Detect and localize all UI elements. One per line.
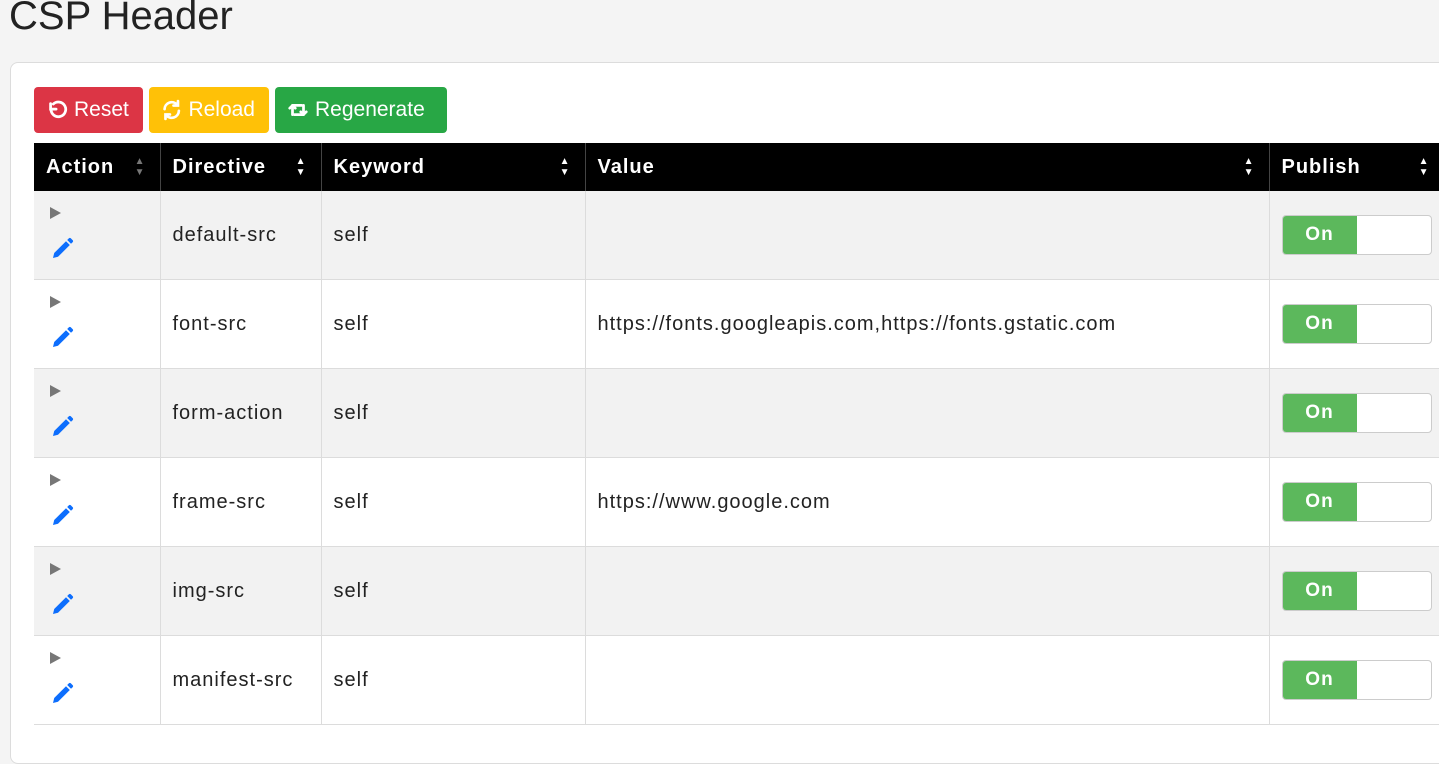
pencil-icon[interactable] (50, 504, 74, 528)
column-header-keyword[interactable]: Keyword ▲ ▼ (321, 143, 586, 191)
table-row: manifest-src self On (34, 635, 1439, 725)
publish-cell: On (1269, 546, 1439, 636)
keyword-cell: self (321, 279, 586, 369)
reload-button[interactable]: Reload (149, 87, 269, 133)
caret-right-icon[interactable] (50, 563, 61, 575)
refresh-icon (163, 99, 181, 121)
publish-toggle[interactable]: On (1281, 482, 1432, 522)
column-header-value[interactable]: Value ▲ ▼ (585, 143, 1270, 191)
directive-cell: manifest-src (160, 635, 322, 725)
publish-toggle[interactable]: On (1281, 304, 1432, 344)
caret-right-icon[interactable] (50, 652, 61, 664)
regenerate-label: Regenerate (315, 98, 425, 121)
keyword-cell: self (321, 191, 586, 280)
caret-right-icon[interactable] (50, 474, 61, 486)
action-cell (34, 191, 161, 280)
toggle-on-label: On (1282, 394, 1357, 432)
value-cell (585, 368, 1270, 458)
page-title: CSP Header (9, 0, 233, 38)
keyword-cell: self (321, 368, 586, 458)
keyword-cell: self (321, 546, 586, 636)
reset-button[interactable]: Reset (34, 87, 143, 133)
table-row: form-action self On (34, 368, 1439, 458)
publish-cell: On (1269, 279, 1439, 369)
pencil-icon[interactable] (50, 326, 74, 350)
csp-table: Action ▲ ▼ Directive ▲ ▼ Keyword ▲ ▼ Value … (34, 143, 1439, 725)
publish-toggle[interactable]: On (1281, 215, 1432, 255)
pencil-icon[interactable] (50, 593, 74, 617)
retweet-icon (288, 104, 308, 116)
column-header-action[interactable]: Action ▲ ▼ (34, 143, 161, 191)
action-cell (34, 635, 161, 725)
undo-icon (49, 100, 68, 119)
keyword-cell: self (321, 457, 586, 547)
directive-cell: form-action (160, 368, 322, 458)
table-row: font-src self https://fonts.googleapis.c… (34, 279, 1439, 369)
action-cell (34, 279, 161, 369)
sort-icon: ▲ ▼ (134, 156, 146, 178)
table-row: img-src self On (34, 546, 1439, 636)
regenerate-button[interactable]: Regenerate (275, 87, 447, 133)
action-cell (34, 546, 161, 636)
directive-cell: default-src (160, 191, 322, 280)
reload-label: Reload (188, 98, 255, 121)
toggle-on-label: On (1282, 661, 1357, 699)
directive-cell: img-src (160, 546, 322, 636)
value-cell (585, 191, 1270, 280)
pencil-icon[interactable] (50, 682, 74, 706)
publish-toggle[interactable]: On (1281, 393, 1432, 433)
caret-right-icon[interactable] (50, 385, 61, 397)
keyword-cell: self (321, 635, 586, 725)
directive-cell: frame-src (160, 457, 322, 547)
column-header-directive[interactable]: Directive ▲ ▼ (160, 143, 322, 191)
toggle-on-label: On (1282, 483, 1357, 521)
toggle-on-label: On (1282, 216, 1357, 254)
publish-cell: On (1269, 368, 1439, 458)
column-header-publish[interactable]: Publish ▲ ▼ (1269, 143, 1439, 191)
action-cell (34, 457, 161, 547)
table-header-row: Action ▲ ▼ Directive ▲ ▼ Keyword ▲ ▼ Value … (34, 143, 1439, 191)
value-cell (585, 546, 1270, 636)
toolbar: Reset Reload Regenerate (34, 87, 447, 133)
sort-icon: ▲ ▼ (1418, 156, 1430, 178)
caret-right-icon[interactable] (50, 296, 61, 308)
publish-toggle[interactable]: On (1281, 571, 1432, 611)
sort-icon: ▲ ▼ (1243, 156, 1255, 178)
pencil-icon[interactable] (50, 237, 74, 261)
pencil-icon[interactable] (50, 415, 74, 439)
caret-right-icon[interactable] (50, 207, 61, 219)
toggle-on-label: On (1282, 572, 1357, 610)
publish-toggle[interactable]: On (1281, 660, 1432, 700)
table-row: default-src self On (34, 191, 1439, 280)
publish-cell: On (1269, 457, 1439, 547)
value-cell (585, 635, 1270, 725)
publish-cell: On (1269, 635, 1439, 725)
sort-icon: ▲ ▼ (559, 156, 571, 178)
sort-icon: ▲ ▼ (295, 156, 307, 178)
reset-label: Reset (74, 98, 129, 121)
action-cell (34, 368, 161, 458)
table-row: frame-src self https://www.google.com On (34, 457, 1439, 547)
publish-cell: On (1269, 191, 1439, 280)
value-cell: https://www.google.com (585, 457, 1270, 547)
value-cell: https://fonts.googleapis.com,https://fon… (585, 279, 1270, 369)
directive-cell: font-src (160, 279, 322, 369)
toggle-on-label: On (1282, 305, 1357, 343)
